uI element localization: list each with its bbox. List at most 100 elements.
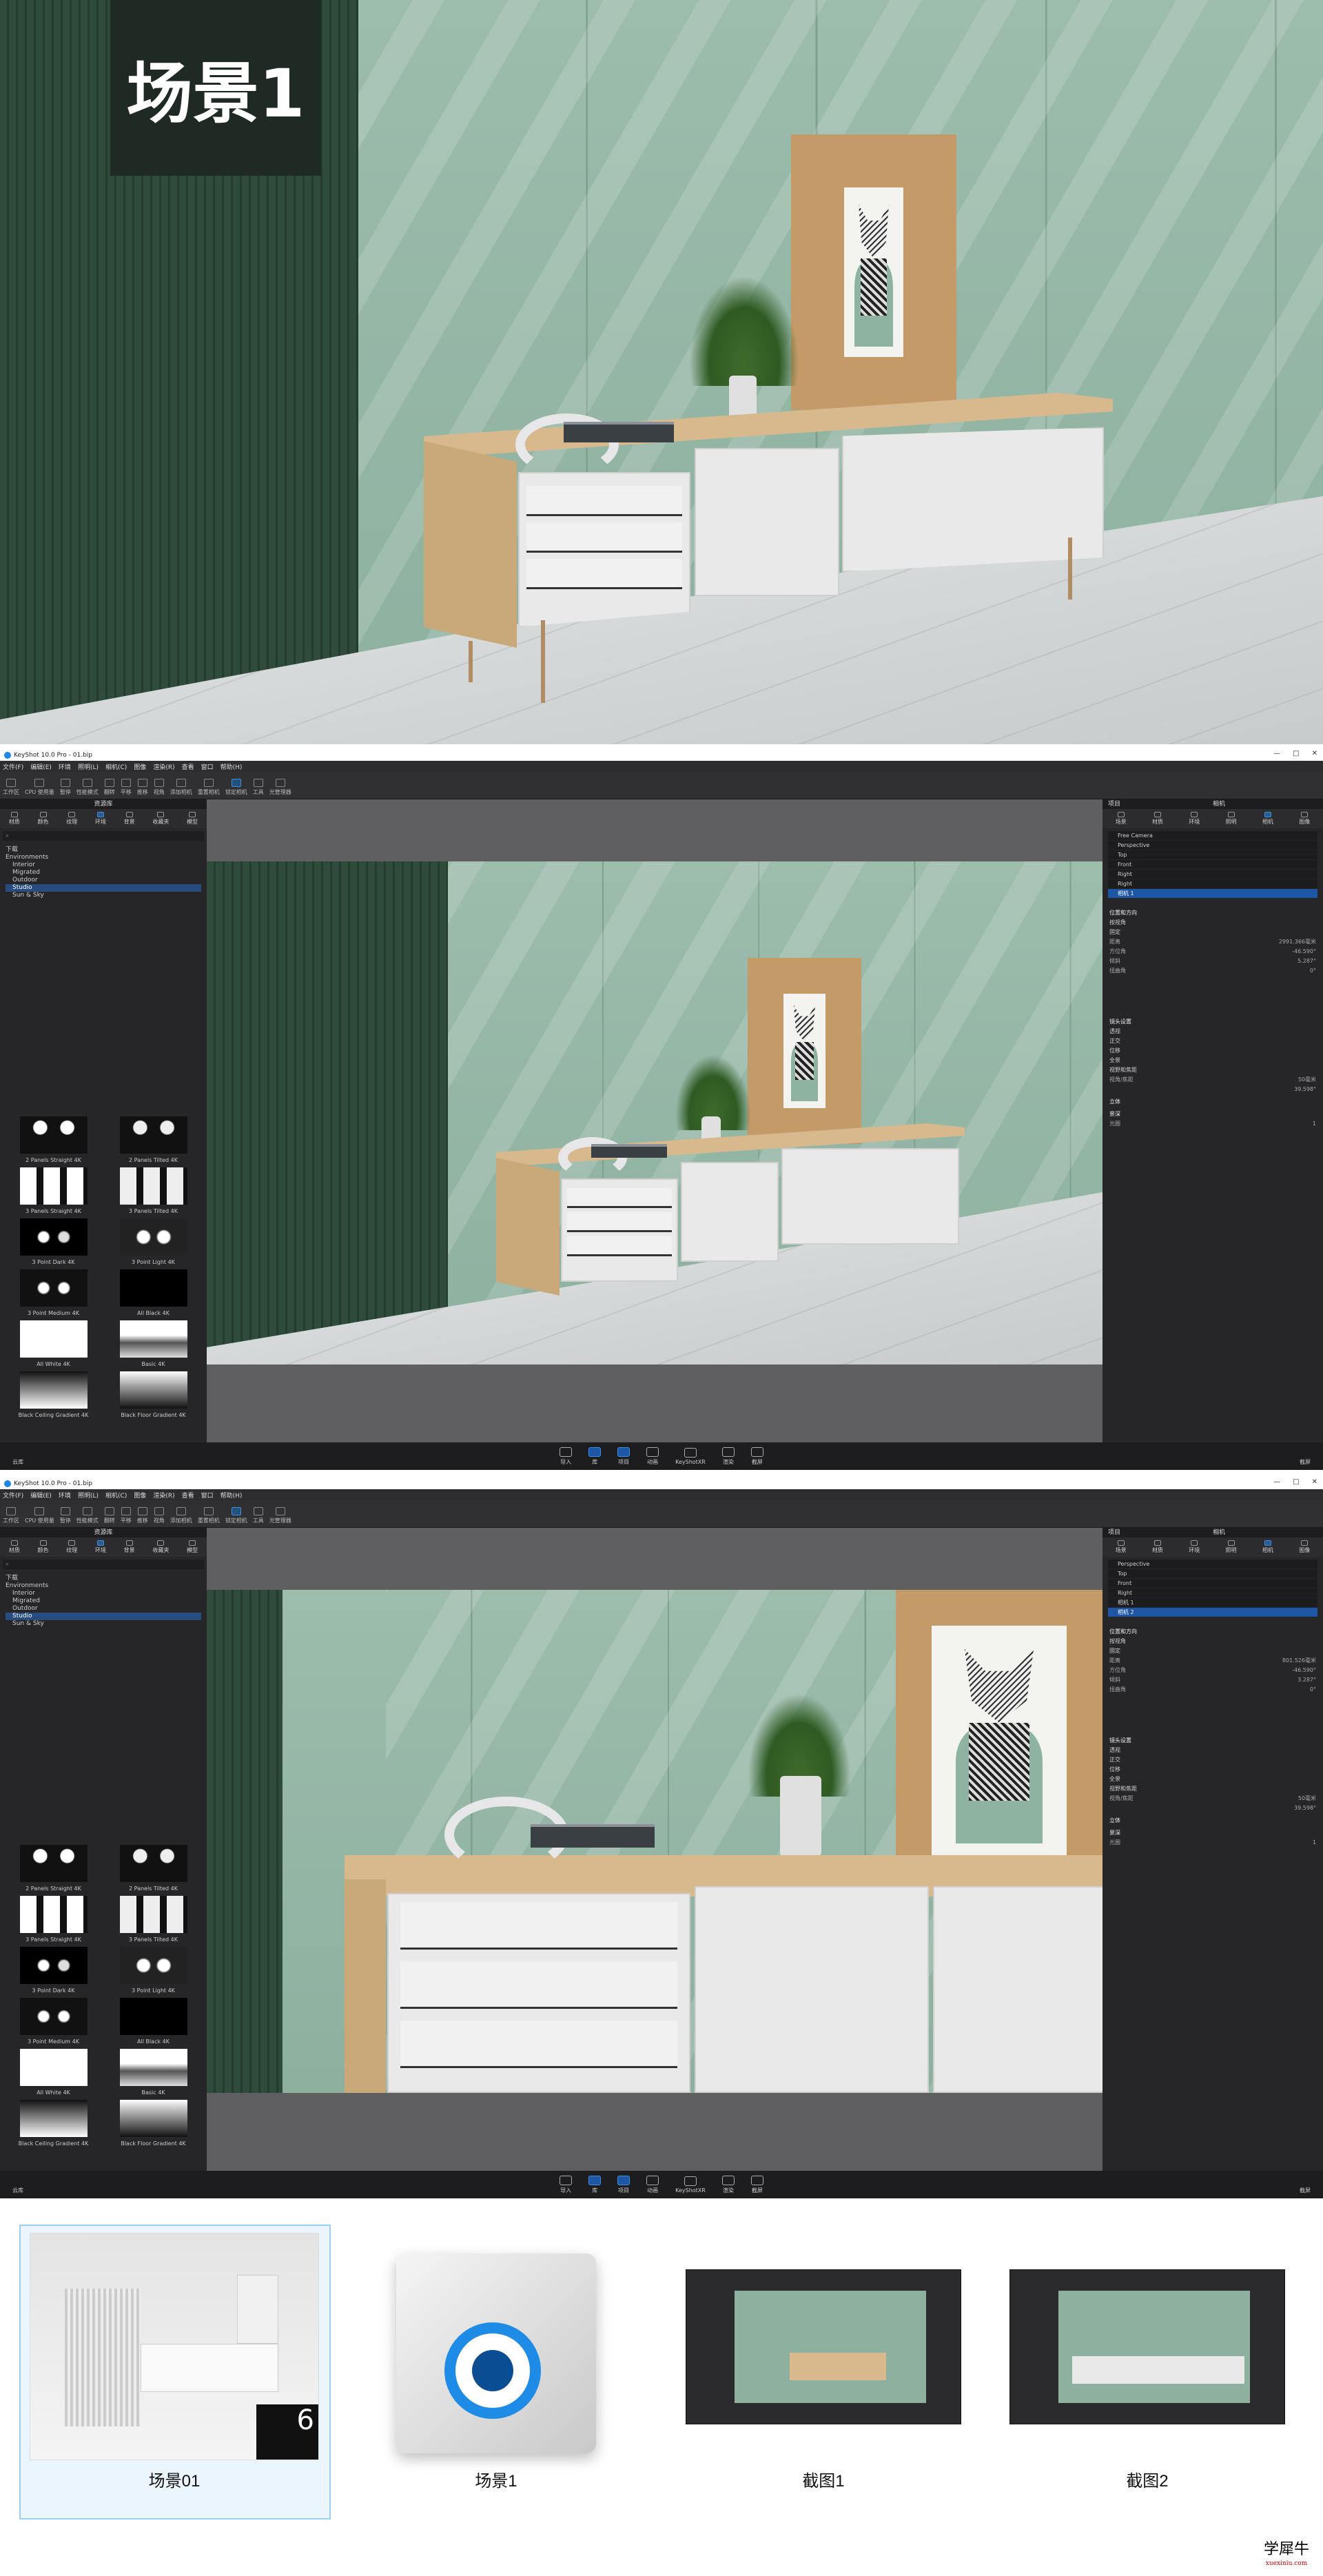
azimuth-value[interactable]: -46.590° <box>1292 947 1316 957</box>
option-by-view[interactable]: 按视角 <box>1109 918 1316 928</box>
screenshot-corner-button[interactable]: 截屏 <box>1300 2187 1311 2194</box>
camera-item[interactable]: Free Camera <box>1108 831 1317 841</box>
render-button[interactable]: 渲染 <box>721 1447 735 1466</box>
performance-mode-button[interactable]: 性能模式 <box>76 779 99 796</box>
thumb-item[interactable]: 3 Point Dark 4K <box>14 1218 93 1269</box>
tools-button[interactable]: 工具 <box>253 779 264 796</box>
library-search-input[interactable]: ⌕ <box>3 831 204 841</box>
stereo-section[interactable]: 立体 <box>1109 1097 1316 1107</box>
performance-mode-button[interactable]: 性能模式 <box>76 1507 99 1524</box>
dof-section[interactable]: 景深 <box>1109 1828 1316 1838</box>
menu-render[interactable]: 渲染(R) <box>153 1491 174 1500</box>
screenshot-corner-button[interactable]: 截屏 <box>1300 1458 1311 1466</box>
tab-environment[interactable]: 环境 <box>1189 1540 1200 1554</box>
tab-scene[interactable]: 场景 <box>1116 812 1127 826</box>
tab-material[interactable]: 材质 <box>1152 1540 1163 1554</box>
thumb-item[interactable]: 3 Point Medium 4K <box>14 1269 93 1320</box>
file-item-package[interactable]: 场景1 <box>348 2233 644 2491</box>
tumble-button[interactable]: 翻转 <box>104 1507 115 1524</box>
tab-models[interactable]: 模型 <box>187 1540 198 1554</box>
tab-scene[interactable]: 场景 <box>1116 1540 1127 1554</box>
render-viewport[interactable] <box>207 799 1102 1442</box>
menu-environment[interactable]: 环境 <box>59 1491 71 1500</box>
thumb-item[interactable]: 2 Panels Tilted 4K <box>114 1116 193 1167</box>
camera-item-selected[interactable]: 相机 1 <box>1108 889 1317 899</box>
tree-item-downloads[interactable]: 下载 <box>6 1575 201 1582</box>
lens-panoramic[interactable]: 全景 <box>1109 1056 1316 1065</box>
camera-item[interactable]: Perspective <box>1108 841 1317 850</box>
tab-lighting[interactable]: 照明 <box>1226 812 1237 826</box>
lens-perspective[interactable]: 透视 <box>1109 1746 1316 1755</box>
tree-item-sun-sky[interactable]: Sun & Sky <box>6 1620 201 1628</box>
camera-item[interactable]: Right <box>1108 870 1317 879</box>
thumb-item[interactable]: All White 4K <box>14 1320 93 1371</box>
light-manager-button[interactable]: 光管理器 <box>269 779 291 796</box>
tab-camera[interactable]: 相机 <box>1262 1540 1273 1554</box>
menu-camera[interactable]: 相机(C) <box>105 762 127 771</box>
tab-backplates[interactable]: 背景 <box>124 812 135 826</box>
tab-textures[interactable]: 纹理 <box>66 1540 77 1554</box>
thumb-item[interactable]: 3 Point Dark 4K <box>14 1947 93 1998</box>
library-button[interactable]: 库 <box>588 1447 602 1466</box>
add-camera-button[interactable]: 添加相机 <box>170 1507 192 1524</box>
fov-value[interactable]: 50毫米 <box>1298 1075 1316 1085</box>
tab-environments[interactable]: 环境 <box>95 812 106 826</box>
animation-button[interactable]: 动画 <box>646 1447 659 1466</box>
lock-camera-button[interactable]: 锁定相机 <box>225 779 247 796</box>
menu-lighting[interactable]: 照明(L) <box>78 762 99 771</box>
thumb-item[interactable]: Basic 4K <box>114 1320 193 1371</box>
lens-orthographic[interactable]: 正交 <box>1109 1755 1316 1765</box>
distance-value[interactable]: 2991.366毫米 <box>1279 937 1316 947</box>
thumb-item[interactable]: Black Floor Gradient 4K <box>114 2100 193 2151</box>
menu-camera[interactable]: 相机(C) <box>105 1491 127 1500</box>
file-item-screenshot1[interactable]: 截图1 <box>675 2233 972 2491</box>
tab-camera[interactable]: 相机 <box>1262 812 1273 826</box>
tab-models[interactable]: 模型 <box>187 812 198 826</box>
thumb-item[interactable]: All Black 4K <box>114 1269 193 1320</box>
tab-material[interactable]: 材质 <box>1152 812 1163 826</box>
twist-value[interactable]: 0° <box>1310 1685 1316 1695</box>
pan-button[interactable]: 平移 <box>121 779 132 796</box>
render-viewport[interactable] <box>207 1528 1102 2171</box>
pause-button[interactable]: 暂停 <box>60 779 71 796</box>
pause-button[interactable]: 暂停 <box>60 1507 71 1524</box>
thumb-item[interactable]: All Black 4K <box>114 1998 193 2049</box>
keyshotxr-button[interactable]: KeyShotXR <box>675 2176 706 2194</box>
menu-view[interactable]: 查看 <box>182 762 194 771</box>
tree-item-migrated[interactable]: Migrated <box>6 869 201 877</box>
menu-window[interactable]: 窗口 <box>201 1491 214 1500</box>
tree-item-outdoor[interactable]: Outdoor <box>6 877 201 884</box>
aperture-value[interactable]: 1 <box>1313 1119 1316 1129</box>
menu-window[interactable]: 窗口 <box>201 762 214 771</box>
menu-help[interactable]: 帮助(H) <box>220 762 243 771</box>
minimize-button[interactable]: — <box>1273 750 1280 757</box>
tree-item-outdoor[interactable]: Outdoor <box>6 1605 201 1613</box>
menu-file[interactable]: 文件(F) <box>3 1491 23 1500</box>
tree-item-studio[interactable]: Studio <box>6 884 201 892</box>
option-fixed[interactable]: 固定 <box>1109 928 1316 937</box>
camera-item[interactable]: Perspective <box>1108 1560 1317 1569</box>
azimuth-value[interactable]: -46.590° <box>1292 1666 1316 1675</box>
import-button[interactable]: 导入 <box>560 1447 573 1466</box>
fov-value[interactable]: 50毫米 <box>1298 1794 1316 1803</box>
lock-camera-button[interactable]: 锁定相机 <box>225 1507 247 1524</box>
tree-item-interior[interactable]: Interior <box>6 861 201 869</box>
file-item-screenshot2[interactable]: 截图2 <box>999 2233 1295 2491</box>
library-search-input[interactable]: ⌕ <box>3 1560 204 1569</box>
menu-file[interactable]: 文件(F) <box>3 762 23 771</box>
screenshot-button[interactable]: 截屏 <box>750 1447 763 1466</box>
lens-panoramic[interactable]: 全景 <box>1109 1775 1316 1784</box>
tab-environments[interactable]: 环境 <box>95 1540 106 1554</box>
camera-item[interactable]: Front <box>1108 860 1317 870</box>
add-camera-button[interactable]: 添加相机 <box>170 779 192 796</box>
close-button[interactable]: ✕ <box>1312 1478 1317 1486</box>
dolly-button[interactable]: 推移 <box>137 1507 148 1524</box>
lens-orthographic[interactable]: 正交 <box>1109 1036 1316 1046</box>
reset-camera-button[interactable]: 重置相机 <box>198 779 220 796</box>
tab-materials[interactable]: 材质 <box>9 812 20 826</box>
lens-shift[interactable]: 位移 <box>1109 1046 1316 1056</box>
inclination-value[interactable]: 5.287° <box>1298 957 1316 966</box>
option-by-view[interactable]: 按视角 <box>1109 1637 1316 1646</box>
camera-item[interactable]: Top <box>1108 850 1317 860</box>
tab-image[interactable]: 图像 <box>1299 1540 1310 1554</box>
